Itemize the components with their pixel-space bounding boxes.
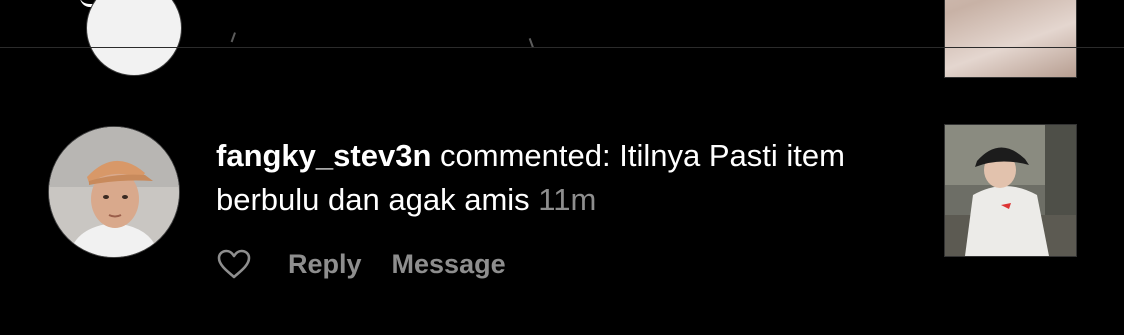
comment-notification[interactable]: fangky_stev3n commented: Itilnya Pasti i… bbox=[0, 120, 1124, 300]
post-thumbnail-image bbox=[945, 125, 1076, 256]
heart-outline-icon[interactable] bbox=[216, 248, 252, 280]
previous-text-fragment bbox=[230, 32, 246, 46]
previous-text-fragment-end bbox=[528, 33, 546, 49]
reply-button[interactable]: Reply bbox=[288, 249, 362, 280]
username[interactable]: fangky_stev3n bbox=[216, 138, 431, 173]
message-button[interactable]: Message bbox=[392, 249, 506, 280]
previous-notification-fragment bbox=[0, 0, 1124, 78]
avatar[interactable] bbox=[48, 126, 180, 258]
post-thumbnail[interactable] bbox=[944, 124, 1077, 257]
timestamp: 11m bbox=[538, 182, 597, 217]
previous-avatar[interactable] bbox=[86, 0, 182, 76]
comment-action-text: commented: bbox=[440, 138, 611, 173]
previous-post-thumbnail[interactable] bbox=[944, 0, 1077, 78]
comment-actions: Reply Message bbox=[216, 244, 506, 284]
header-divider bbox=[0, 47, 1124, 48]
comment-text: fangky_stev3n commented: Itilnya Pasti i… bbox=[216, 134, 916, 222]
avatar-photo bbox=[49, 127, 179, 257]
